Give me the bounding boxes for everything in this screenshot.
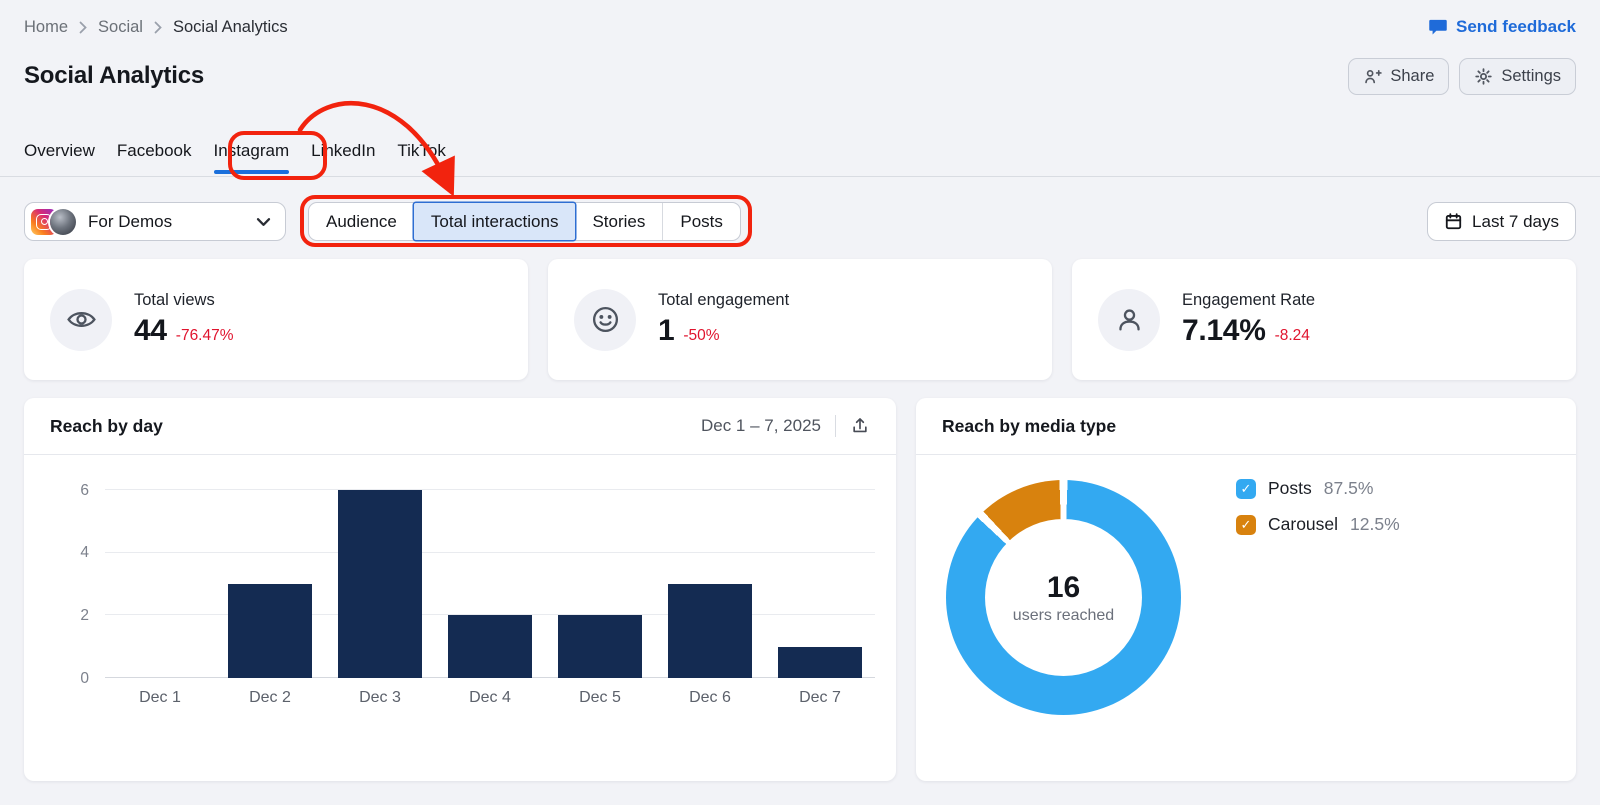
reach-by-media-type-header: Reach by media type bbox=[916, 398, 1576, 455]
legend-label: Carousel bbox=[1268, 514, 1339, 534]
date-range-button[interactable]: Last 7 days bbox=[1427, 202, 1576, 241]
share-button[interactable]: Share bbox=[1348, 57, 1450, 95]
legend-checkbox[interactable]: ✓ bbox=[1236, 478, 1256, 499]
x-axis-label: Dec 3 bbox=[359, 689, 401, 706]
donut-center-value: 16 bbox=[1046, 570, 1081, 604]
gear-icon bbox=[1474, 67, 1493, 86]
date-range-label: Last 7 days bbox=[1472, 211, 1559, 231]
subtabs-segmented-control: Audience Total interactions Stories Post… bbox=[308, 202, 741, 241]
legend-checkbox[interactable]: ✓ bbox=[1236, 514, 1256, 535]
chevron-down-icon bbox=[256, 217, 271, 227]
main-tab[interactable]: Instagram bbox=[213, 141, 289, 177]
chart-title: Reach by media type bbox=[942, 415, 1117, 436]
metric-value: 1 bbox=[658, 314, 675, 347]
controls-row: For Demos Audience Total interactions St… bbox=[24, 202, 1576, 241]
y-axis-tick: 6 bbox=[80, 481, 89, 499]
donut-chart: 16 users reached bbox=[946, 480, 1181, 715]
profile-avatar bbox=[50, 208, 76, 235]
social-analytics-page: { "breadcrumb": { "items": ["Home", "Soc… bbox=[0, 0, 1600, 805]
x-axis-label: Dec 5 bbox=[579, 689, 621, 706]
bar-chart-plot: 0 2 4 6 Dec 1 Dec 2 Dec 3 Dec 4 Dec 5 Dec 6 Dec 7 bbox=[80, 482, 875, 706]
metric-label: Total views bbox=[134, 291, 215, 309]
x-axis-label: Dec 7 bbox=[799, 689, 841, 706]
share-button-label: Share bbox=[1390, 66, 1435, 85]
legend-item-posts[interactable]: ✓ Posts 87.5% bbox=[1236, 478, 1400, 499]
legend-percentage: 12.5% bbox=[1350, 514, 1400, 534]
title-actions: Share Settings bbox=[1348, 57, 1576, 95]
metric-label: Engagement Rate bbox=[1182, 291, 1316, 309]
header-divider bbox=[835, 415, 836, 437]
settings-button[interactable]: Settings bbox=[1459, 57, 1576, 95]
send-feedback-label: Send feedback bbox=[1456, 17, 1576, 36]
profile-select-value: For Demos bbox=[88, 211, 173, 231]
metric-card-engagement-rate: Engagement Rate 7.14% -8.24 bbox=[1072, 259, 1576, 380]
main-tabs: Overview Facebook Instagram LinkedIn Tik… bbox=[24, 141, 446, 177]
subtab[interactable]: Posts bbox=[662, 203, 740, 240]
breadcrumb-current: Social Analytics bbox=[172, 17, 288, 36]
reach-by-day-card: Reach by day Dec 1 – 7, 2025 0 2 4 6 Dec 1 De… bbox=[24, 398, 896, 781]
x-axis-label: Dec 1 bbox=[139, 689, 181, 706]
share-person-icon bbox=[1363, 67, 1383, 86]
chart-date-range: Dec 1 – 7, 2025 bbox=[700, 416, 821, 435]
calendar-icon bbox=[1444, 212, 1463, 231]
bar-dec-5 bbox=[558, 615, 642, 678]
metrics-row: Total views 44 -76.47% Total engagement … bbox=[24, 259, 1576, 380]
settings-button-label: Settings bbox=[1501, 66, 1561, 85]
main-tab[interactable]: Facebook bbox=[117, 141, 192, 177]
legend-item-carousel[interactable]: ✓ Carousel 12.5% bbox=[1236, 514, 1400, 535]
reach-by-media-type-card: Reach by media type 16 users reached ✓ P… bbox=[916, 398, 1576, 781]
smiley-icon bbox=[574, 288, 636, 351]
y-axis-tick: 4 bbox=[80, 543, 89, 561]
metric-change: -76.47% bbox=[175, 327, 234, 344]
donut-legend: ✓ Posts 87.5% ✓ Carousel 12.5% bbox=[1236, 478, 1400, 535]
legend-percentage: 87.5% bbox=[1323, 478, 1374, 498]
metric-label: Total engagement bbox=[658, 291, 790, 309]
send-feedback-link[interactable]: Send feedback bbox=[1428, 17, 1576, 37]
charts-row: Reach by day Dec 1 – 7, 2025 0 2 4 6 Dec 1 De… bbox=[24, 398, 1576, 781]
y-axis-tick: 2 bbox=[80, 606, 89, 624]
y-axis-tick: 0 bbox=[80, 669, 89, 687]
chart-title: Reach by day bbox=[50, 415, 163, 436]
metric-value: 7.14% bbox=[1182, 314, 1266, 347]
main-tab[interactable]: TikTok bbox=[397, 141, 446, 177]
bar-dec-7 bbox=[778, 646, 862, 678]
bar-dec-2 bbox=[228, 584, 312, 678]
x-axis-label: Dec 2 bbox=[249, 689, 291, 706]
eye-icon bbox=[50, 288, 112, 351]
bar-dec-4 bbox=[448, 615, 532, 678]
x-axis-label: Dec 6 bbox=[689, 689, 731, 706]
feedback-bubble-icon bbox=[1428, 17, 1448, 37]
metric-change: -8.24 bbox=[1274, 327, 1310, 344]
title-row: Social Analytics Share Settings bbox=[24, 56, 1576, 96]
bar-dec-3 bbox=[338, 490, 422, 678]
metric-card-total-engagement: Total engagement 1 -50% bbox=[548, 259, 1052, 380]
main-tab[interactable]: LinkedIn bbox=[311, 141, 375, 177]
legend-label: Posts bbox=[1268, 478, 1312, 498]
breadcrumb-row: Home Social Social Analytics Send feedba… bbox=[24, 14, 1576, 40]
chevron-right-icon bbox=[154, 21, 162, 34]
bar-dec-6 bbox=[668, 584, 752, 678]
x-axis-label: Dec 4 bbox=[469, 689, 511, 706]
metric-card-total-views: Total views 44 -76.47% bbox=[24, 259, 528, 380]
breadcrumb-social[interactable]: Social bbox=[98, 18, 143, 37]
chevron-right-icon bbox=[79, 21, 87, 34]
donut-center: 16 users reached bbox=[985, 519, 1142, 676]
metric-value: 44 bbox=[134, 314, 167, 347]
metric-change: -50% bbox=[683, 327, 720, 344]
subtab[interactable]: Total interactions bbox=[413, 203, 576, 240]
export-icon[interactable] bbox=[850, 416, 870, 436]
main-tab[interactable]: Overview bbox=[24, 141, 95, 177]
breadcrumb: Home Social Social Analytics bbox=[24, 18, 288, 37]
page-title: Social Analytics bbox=[24, 62, 204, 89]
subtab[interactable]: Stories bbox=[575, 203, 662, 240]
person-icon bbox=[1098, 288, 1160, 351]
subtab[interactable]: Audience bbox=[309, 203, 414, 240]
donut-center-label: users reached bbox=[1012, 606, 1115, 624]
breadcrumb-home[interactable]: Home bbox=[24, 18, 68, 37]
profile-select[interactable]: For Demos bbox=[24, 202, 286, 241]
reach-by-day-header: Reach by day Dec 1 – 7, 2025 bbox=[24, 398, 896, 455]
